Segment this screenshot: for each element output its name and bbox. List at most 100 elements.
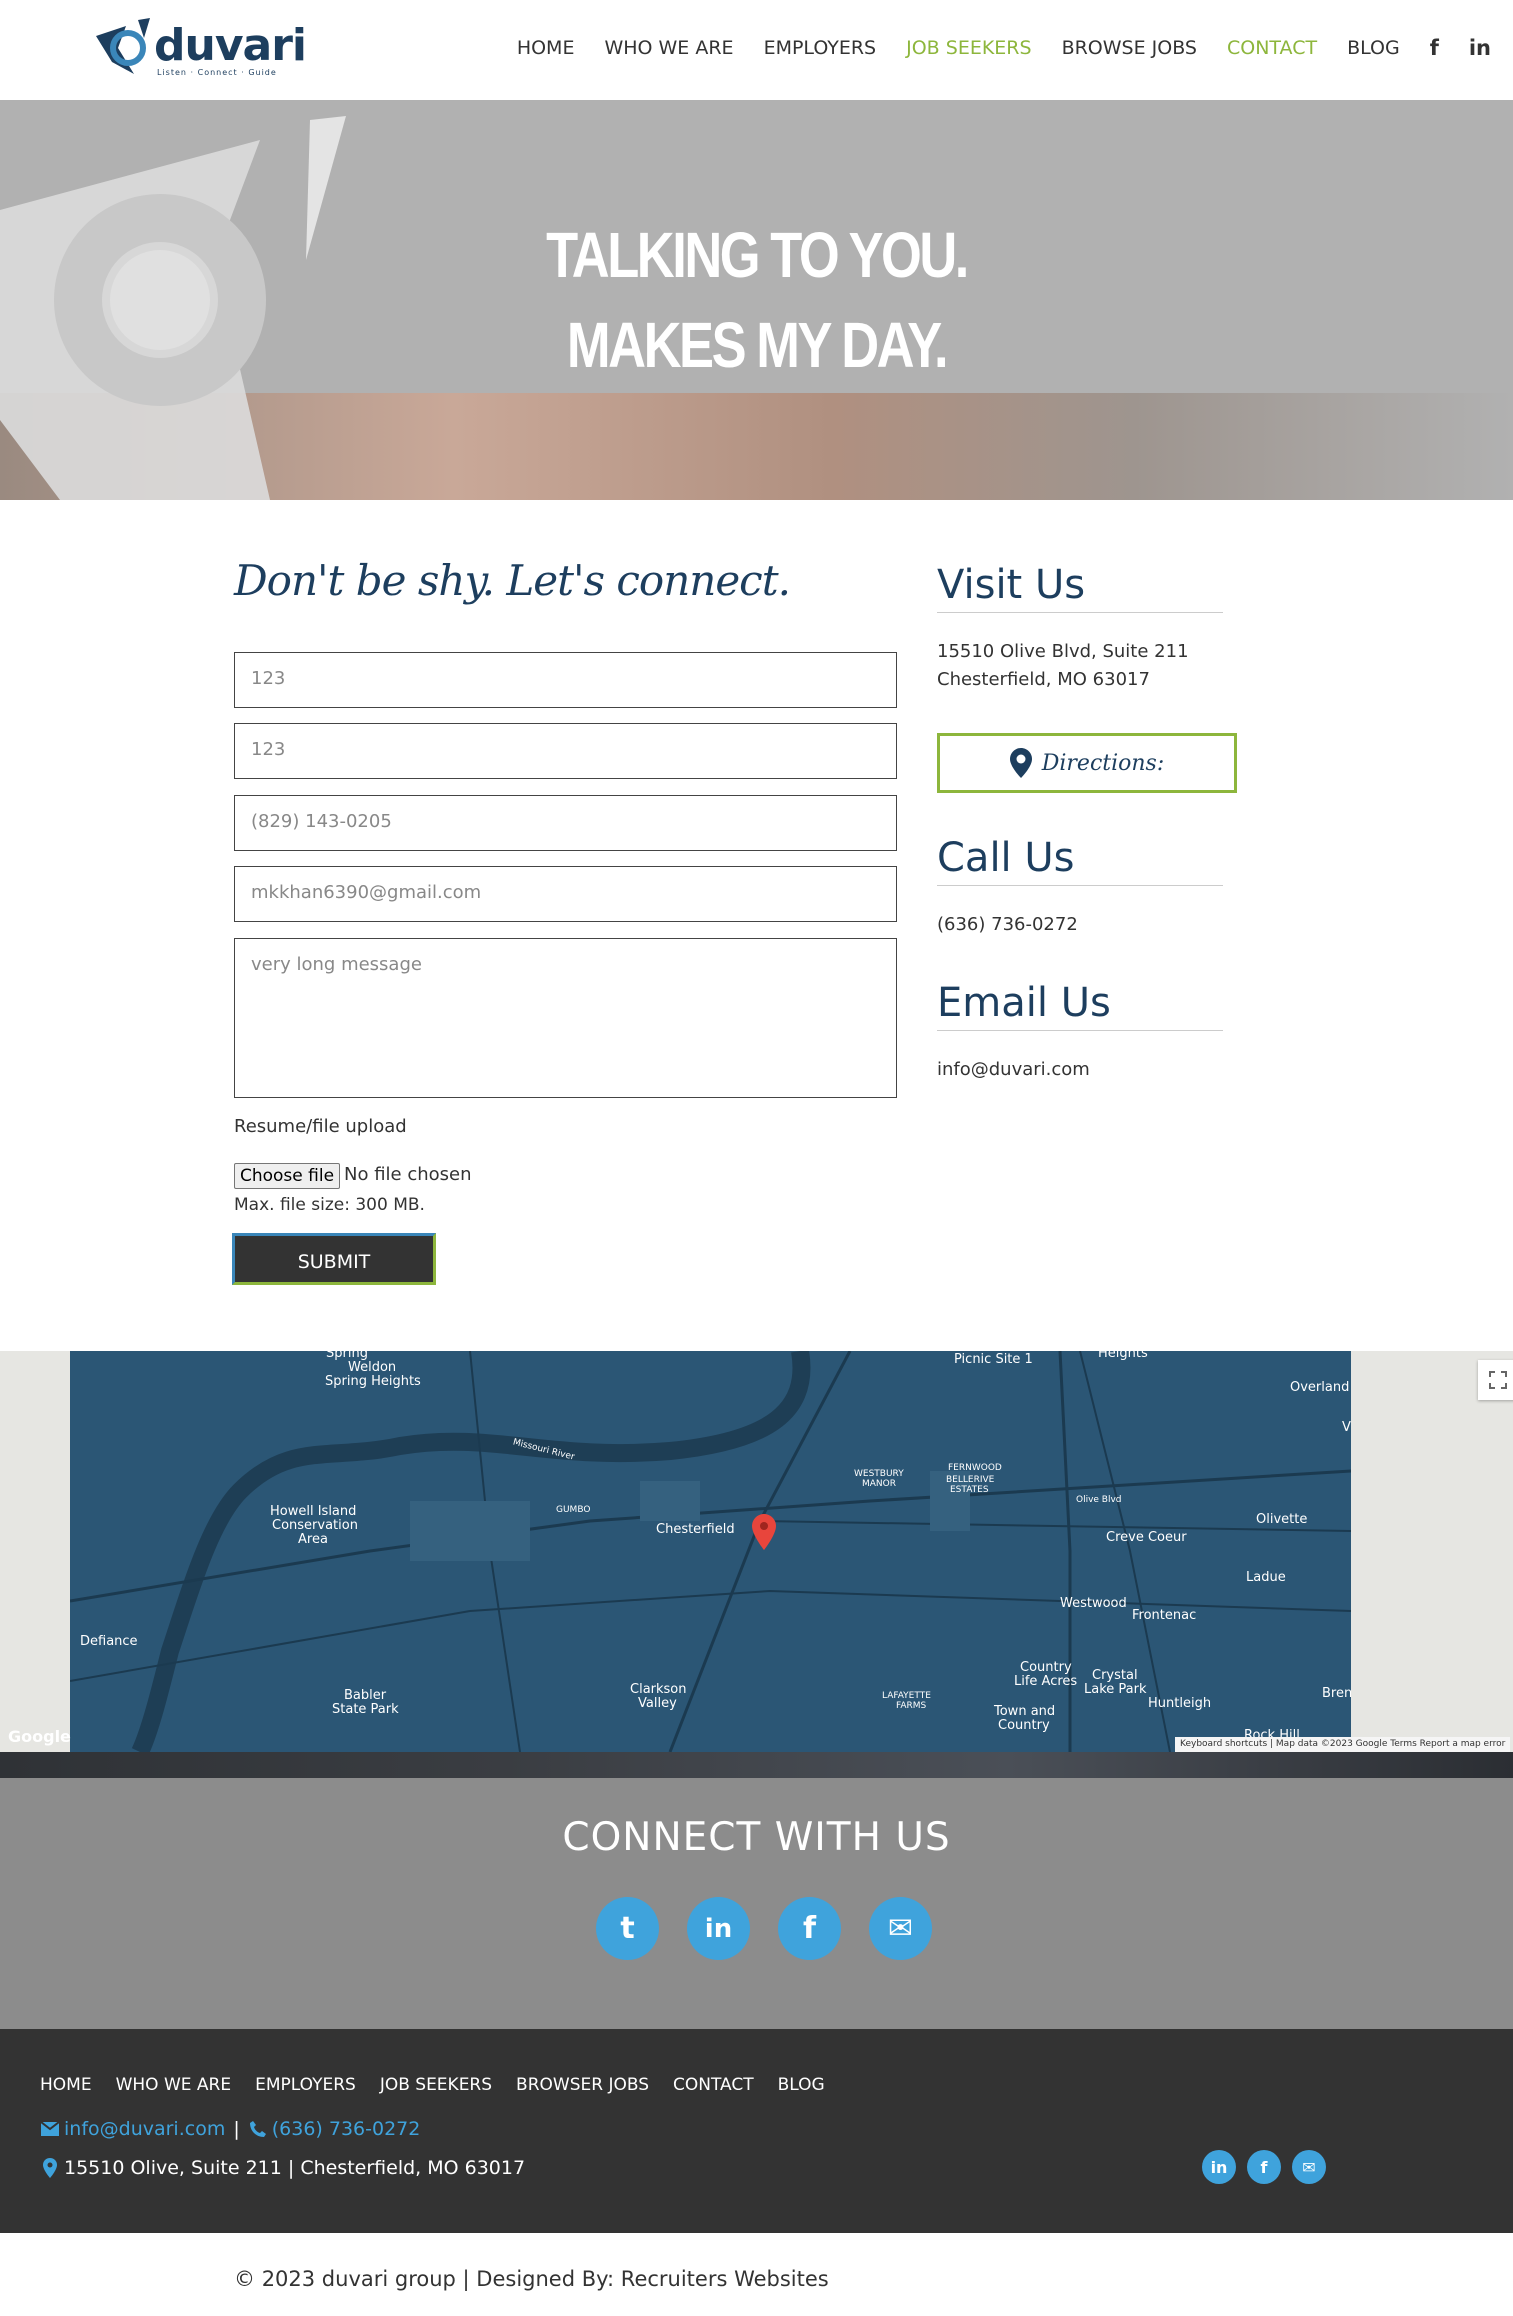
map-label: BELLERIVE [946, 1475, 995, 1485]
footer-linkedin-icon[interactable]: in [1202, 2150, 1236, 2184]
map-label: Westwood [1060, 1596, 1127, 1611]
max-file-size-text: Max. file size: 300 MB. [234, 1195, 425, 1215]
nav-contact[interactable]: CONTACT [1227, 37, 1317, 59]
map-label: Olivette [1256, 1512, 1308, 1527]
address-line-2: Chesterfield, MO 63017 [937, 669, 1150, 690]
map-label: Chesterfield [656, 1522, 735, 1537]
map-label: Ladue [1246, 1570, 1286, 1585]
map-label: Country [1020, 1660, 1072, 1675]
map-label: LAFAYETTE [882, 1691, 931, 1701]
map-label: Life Acres [1014, 1674, 1078, 1689]
map-pin-icon [40, 2158, 60, 2178]
connect-section: CONNECT WITH US t in f ✉ [0, 1778, 1513, 2029]
map-label: Weldon [348, 1360, 397, 1375]
footer-address: 15510 Olive, Suite 211 | Chesterfield, M… [64, 2157, 526, 2179]
map-label: Babler [344, 1688, 387, 1703]
map-label: Crystal [1092, 1668, 1138, 1683]
copyright: © 2023 duvari group | Designed By: Recru… [234, 2267, 829, 2291]
twitter-icon[interactable]: t [596, 1897, 659, 1960]
footer-envelope-icon[interactable]: ✉ [1292, 2150, 1326, 2184]
facebook-icon[interactable]: f [778, 1897, 841, 1960]
map-label: WESTBURY [854, 1469, 904, 1479]
map-attribution[interactable]: Keyboard shortcuts | Map data ©2023 Goog… [1175, 1737, 1511, 1752]
directions-label: Directions: [1041, 750, 1165, 776]
hero-line-1: TALKING TO YOU. [546, 219, 969, 291]
first-name-input[interactable]: 123 [234, 652, 897, 708]
site-footer: HOME WHO WE ARE EMPLOYERS JOB SEEKERS BR… [0, 2029, 1513, 2233]
map-label: FERNWOOD [948, 1463, 1002, 1473]
map-canvas[interactable]: Spring Weldon Spring Heights Picnic Site… [70, 1351, 1351, 1752]
footer-nav-home[interactable]: HOME [40, 2075, 92, 2095]
map-label: Lake Park [1084, 1682, 1147, 1697]
copyright-text: 2023 duvari group | Designed By: Recruit… [261, 2267, 829, 2291]
linkedin-icon[interactable]: in [1469, 36, 1491, 60]
linkedin-icon[interactable]: in [687, 1897, 750, 1960]
footer-nav-browser-jobs[interactable]: BROWSER JOBS [516, 2075, 649, 2095]
nav-job-seekers[interactable]: JOB SEEKERS [906, 37, 1031, 59]
map-label: Country [998, 1718, 1050, 1733]
map-label: State Park [332, 1702, 399, 1717]
map-label: Conservation [272, 1518, 358, 1533]
connect-title: CONNECT WITH US [562, 1815, 951, 1860]
hero-logo-watermark-icon [0, 116, 346, 500]
footer-nav-job-seekers[interactable]: JOB SEEKERS [380, 2075, 492, 2095]
logo-mark-icon [96, 18, 150, 74]
map-label: Creve Coeur [1106, 1530, 1187, 1545]
facebook-icon[interactable]: f [1430, 36, 1439, 60]
map-label: Frontenac [1132, 1608, 1197, 1623]
footer-nav: HOME WHO WE ARE EMPLOYERS JOB SEEKERS BR… [40, 2075, 849, 2095]
fullscreen-icon [1489, 1371, 1507, 1389]
map-label: Huntleigh [1148, 1696, 1212, 1711]
logo-tagline: Listen · Connect · Guide [157, 68, 277, 77]
last-name-input[interactable]: 123 [234, 723, 897, 779]
main-nav: HOME WHO WE ARE EMPLOYERS JOB SEEKERS BR… [487, 36, 1491, 60]
footer-nav-contact[interactable]: CONTACT [673, 2075, 754, 2095]
call-phone[interactable]: (636) 736-0272 [937, 911, 1078, 939]
copyright-icon: © [234, 2267, 262, 2291]
map-label: Town and [994, 1704, 1056, 1719]
address-line-1: 15510 Olive Blvd, Suite 211 [937, 641, 1189, 662]
google-logo: Google [8, 1727, 71, 1746]
site-header: duvari Listen · Connect · Guide HOME WHO… [0, 0, 1513, 100]
map-label: Picnic Site 1 [954, 1352, 1033, 1367]
form-heading: Don't be shy. Let's connect. [234, 556, 791, 605]
map-label: Area [298, 1532, 328, 1547]
map-marker-icon[interactable] [752, 1514, 776, 1550]
footer-nav-who-we-are[interactable]: WHO WE ARE [116, 2075, 232, 2095]
map-label: V [1342, 1420, 1351, 1435]
map-widget[interactable]: Spring Weldon Spring Heights Picnic Site… [0, 1351, 1513, 1752]
map-label: ESTATES [950, 1485, 989, 1495]
nav-home[interactable]: HOME [517, 37, 575, 59]
nav-browse-jobs[interactable]: BROWSE JOBS [1062, 37, 1197, 59]
footer-address-line: 15510 Olive, Suite 211 | Chesterfield, M… [40, 2157, 525, 2179]
footer-facebook-icon[interactable]: f [1247, 2150, 1281, 2184]
email-input[interactable]: mkkhan6390@gmail.com [234, 866, 897, 922]
map-label: Bren [1322, 1686, 1351, 1701]
footer-nav-blog[interactable]: BLOG [778, 2075, 825, 2095]
phone-input[interactable]: (829) 143-0205 [234, 795, 897, 851]
nav-employers[interactable]: EMPLOYERS [764, 37, 877, 59]
nav-who-we-are[interactable]: WHO WE ARE [604, 37, 733, 59]
submit-button[interactable]: SUBMIT [232, 1233, 436, 1285]
contact-email[interactable]: info@duvari.com [937, 1056, 1090, 1084]
image-strip [0, 1752, 1513, 1778]
call-us-heading: Call Us [937, 835, 1223, 886]
footer-separator: | [233, 2118, 240, 2140]
directions-button[interactable]: Directions: [937, 733, 1237, 793]
footer-phone-link[interactable]: (636) 736-0272 [272, 2118, 421, 2140]
duvari-logo[interactable]: duvari Listen · Connect · Guide [94, 18, 307, 80]
fullscreen-button[interactable] [1478, 1360, 1513, 1400]
choose-file-button[interactable]: Choose file [234, 1163, 340, 1189]
footer-email-link[interactable]: info@duvari.com [64, 2118, 225, 2140]
map-label: Howell Island [270, 1504, 357, 1519]
map-label: Heights [1098, 1351, 1148, 1361]
envelope-icon[interactable]: ✉ [869, 1897, 932, 1960]
upload-label: Resume/file upload [234, 1116, 407, 1137]
message-textarea[interactable]: very long message [234, 938, 897, 1098]
map-label: Valley [638, 1696, 677, 1711]
footer-nav-employers[interactable]: EMPLOYERS [255, 2075, 356, 2095]
nav-blog[interactable]: BLOG [1347, 37, 1400, 59]
logo-wordmark: duvari [154, 20, 307, 71]
envelope-icon [40, 2119, 60, 2139]
map-pin-icon [1009, 748, 1032, 778]
